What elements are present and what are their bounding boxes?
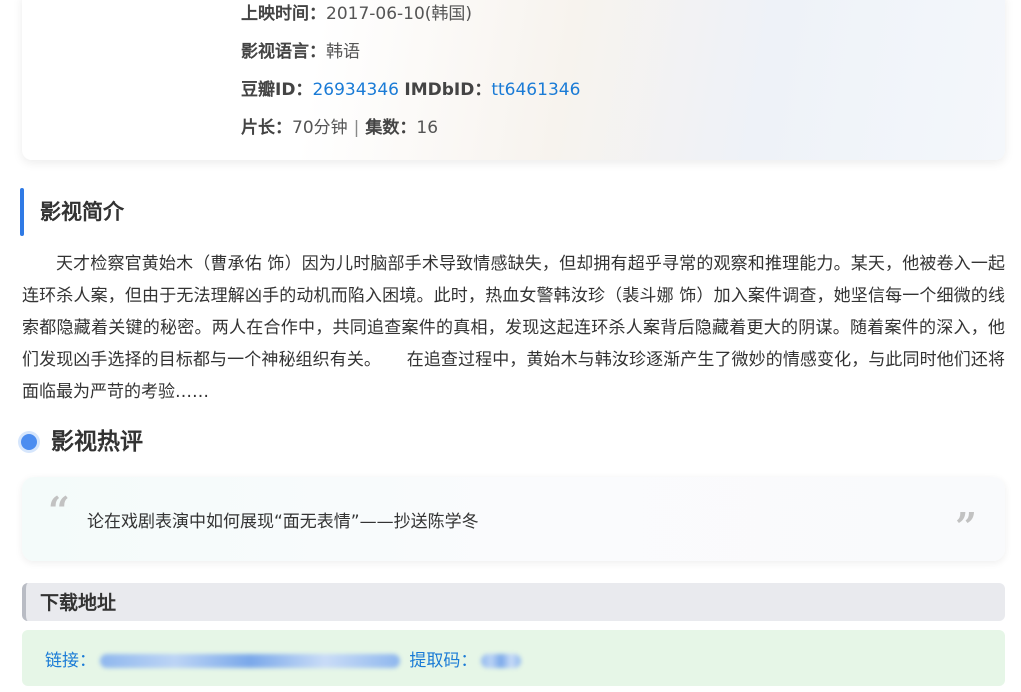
- download-box: 链接： 提取码：: [22, 630, 1005, 686]
- imdb-id-link[interactable]: tt6461346: [491, 80, 580, 100]
- code-label: 提取码：: [409, 651, 478, 671]
- language-label: 影视语言：: [241, 42, 326, 62]
- length-value: 70分钟: [292, 118, 348, 138]
- link-label: 链接：: [45, 651, 96, 671]
- review-text: 论在戏剧表演中如何展现“面无表情”——抄送陈学冬: [87, 512, 479, 532]
- episodes-label: 集数：: [365, 118, 417, 138]
- review-card: “ 论在戏剧表演中如何展现“面无表情”——抄送陈学冬 ”: [22, 477, 1005, 561]
- douban-label: 豆瓣ID：: [241, 80, 313, 100]
- download-header: 下载地址: [22, 583, 1005, 621]
- ids-row: 豆瓣ID：26934346 IMDbID：tt6461346: [241, 78, 580, 102]
- section-dot-icon: [21, 434, 37, 450]
- release-label: 上映时间：: [241, 4, 326, 24]
- download-line: 链接： 提取码：: [45, 646, 525, 671]
- quote-close-icon: ”: [955, 504, 977, 549]
- imdb-label: IMDbID：: [404, 80, 492, 100]
- length-label: 片长：: [241, 118, 292, 138]
- length-row: 片长：70分钟 | 集数：16: [241, 116, 438, 140]
- language-row: 影视语言：韩语: [241, 40, 360, 64]
- synopsis-text: 天才检察官黄始木（曹承佑 饰）因为儿时脑部手术导致情感缺失，但却拥有超乎寻常的观…: [22, 254, 1005, 402]
- synopsis-title: 影视简介: [40, 200, 124, 224]
- movie-info-card: 上映时间：2017-06-10(韩国) 影视语言：韩语 豆瓣ID：2693434…: [22, 0, 1005, 160]
- blurred-link[interactable]: [100, 654, 400, 668]
- reviews-title: 影视热评: [51, 429, 143, 455]
- episodes-value: 16: [416, 118, 439, 138]
- language-value: 韩语: [326, 42, 360, 62]
- separator: |: [353, 118, 360, 138]
- quote-open-icon: “: [48, 488, 70, 533]
- download-title: 下载地址: [40, 592, 117, 614]
- release-value: 2017-06-10(韩国): [326, 4, 473, 24]
- blurred-code: [481, 654, 522, 668]
- douban-id-link[interactable]: 26934346: [312, 80, 399, 100]
- release-row: 上映时间：2017-06-10(韩国): [241, 2, 472, 26]
- section-accent-bar: [20, 188, 24, 236]
